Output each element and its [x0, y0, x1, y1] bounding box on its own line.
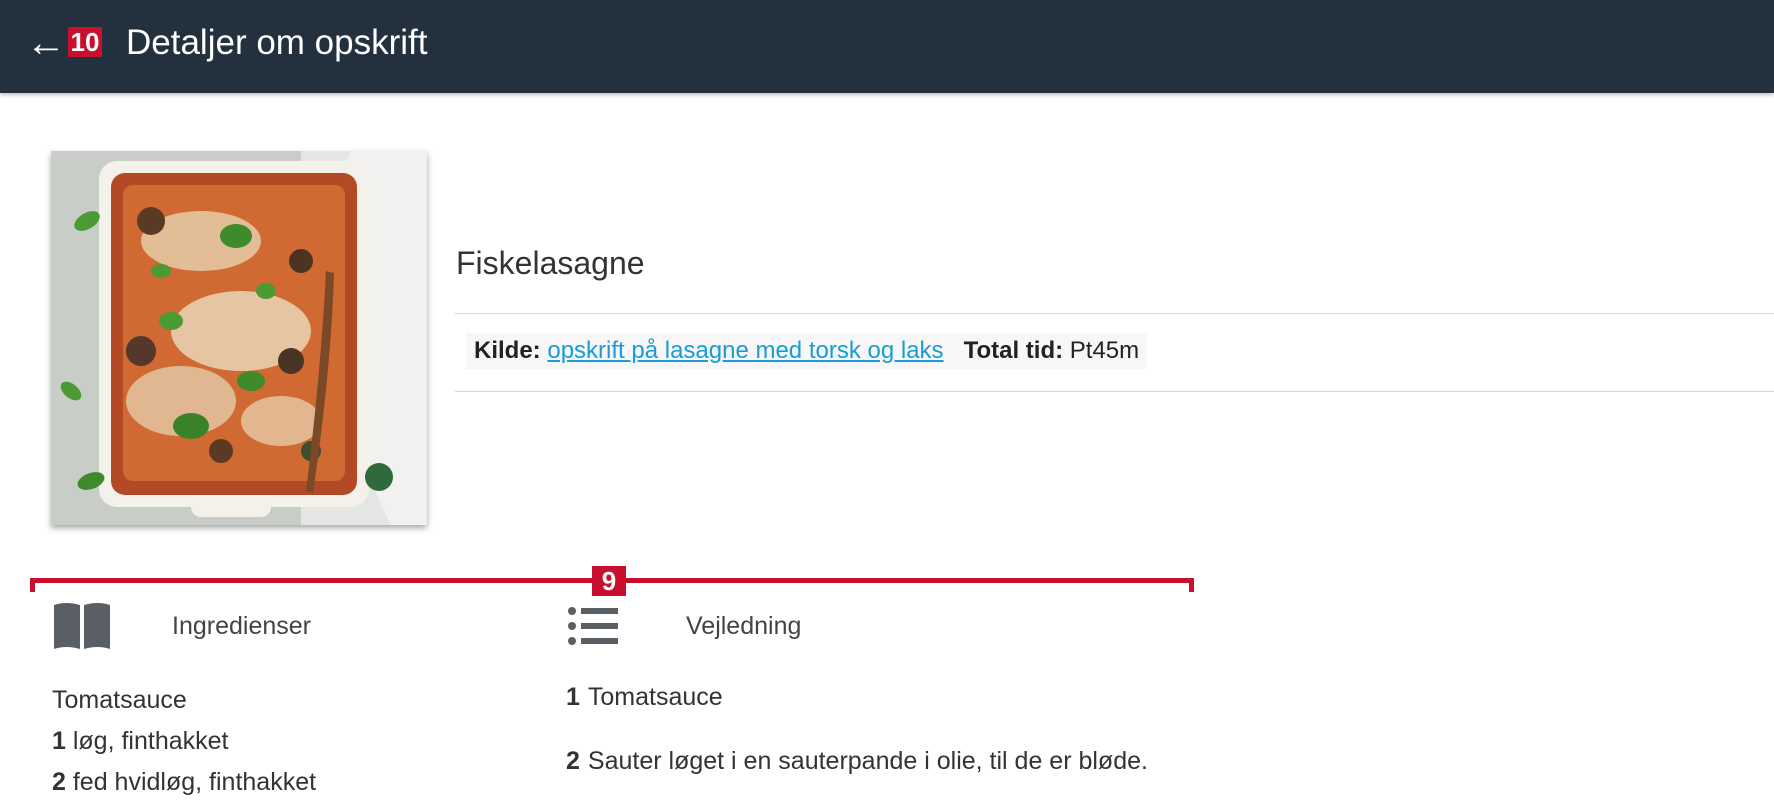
tab-instructions-label: Vejledning — [686, 612, 802, 640]
divider — [455, 313, 1774, 314]
annotation-badge-9: 9 — [592, 566, 626, 596]
source-label: Kilde: — [474, 337, 541, 364]
recipe-photo — [51, 151, 427, 525]
recipe-meta: Kilde: opskrift på lasagne med torsk og … — [466, 333, 1148, 369]
source-link[interactable]: opskrift på lasagne med torsk og laks — [547, 337, 943, 364]
list-item: 1 Tomatsauce — [566, 680, 723, 714]
back-arrow-icon[interactable]: ← — [26, 22, 66, 64]
ingredient-qty: 2 — [52, 768, 66, 796]
recipe-title: Fiskelasagne — [456, 245, 645, 281]
tab-ingredients[interactable]: Ingredienser — [52, 601, 472, 651]
book-icon — [54, 603, 110, 649]
step-number: 2 — [566, 747, 580, 775]
app-header: ← 10 Detaljer om opskrift — [0, 0, 1774, 93]
step-number: 1 — [566, 683, 580, 711]
divider — [455, 391, 1774, 392]
total-time-value: Pt45m — [1069, 337, 1140, 364]
step-text: Tomatsauce — [587, 683, 723, 711]
total-time-label: Total tid: — [963, 337, 1064, 364]
list-icon — [568, 607, 618, 645]
tab-instructions[interactable]: Vejledning — [566, 601, 986, 651]
list-item: 1 løg, finthakket — [52, 721, 316, 762]
tab-ingredients-label: Ingredienser — [172, 612, 311, 640]
list-item: 2 fed hvidløg, finthakket — [52, 762, 316, 803]
ingredient-qty: 1 — [52, 727, 66, 755]
ingredient-list: Tomatsauce 1 løg, finthakket 2 fed hvidl… — [52, 680, 316, 803]
step-text: Sauter løget i en sauterpande i olie, ti… — [587, 747, 1148, 775]
lasagne-image — [51, 151, 427, 525]
list-item: 2 Sauter løget i en sauterpande i olie, t… — [566, 744, 1148, 778]
page-title: Detaljer om opskrift — [126, 23, 428, 62]
annotation-badge-10: 10 — [68, 27, 102, 57]
ingredient-heading: Tomatsauce — [52, 686, 187, 714]
ingredient-text: løg, finthakket — [65, 727, 229, 755]
ingredient-text: fed hvidløg, finthakket — [65, 768, 317, 796]
